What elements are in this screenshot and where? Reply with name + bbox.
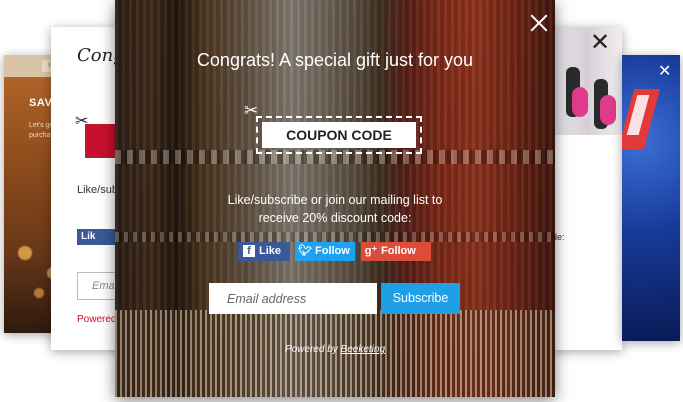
coupon-border: COUPON CODE — [256, 116, 422, 154]
subscribe-button[interactable]: Subscribe — [381, 283, 460, 314]
subscribe-instructions: Like/subscribe or join our mailing list … — [227, 193, 443, 225]
close-icon[interactable] — [528, 12, 550, 34]
facebook-like-label: Like — [259, 245, 282, 257]
coupon-code-button[interactable]: COUPON CODE — [262, 122, 416, 148]
powered-by: Powered by Beeketing — [115, 344, 555, 355]
google-plus-follow-label: Follow — [381, 245, 416, 257]
beeketing-link[interactable]: Beeketing — [341, 344, 385, 355]
background-popup-far-right: ✕ — [622, 55, 680, 341]
facebook-like-button[interactable]: f Like — [238, 242, 290, 261]
popup-headline: Congrats! A special gift just for you — [196, 50, 474, 70]
textile-pattern — [115, 232, 555, 242]
twitter-icon: 🐦︎ — [298, 245, 312, 257]
twitter-follow-button[interactable]: 🐦︎ Follow — [295, 242, 355, 261]
powered-by-prefix: Powered by — [284, 344, 341, 355]
twitter-follow-label: Follow — [315, 245, 350, 257]
facebook-icon: f — [243, 245, 255, 257]
google-plus-follow-button[interactable]: g⁺ Follow — [361, 242, 431, 261]
product-image — [552, 27, 622, 135]
close-icon: ✕ — [590, 29, 611, 56]
email-input[interactable] — [209, 283, 377, 314]
background-popup-right: ✕ de: — [552, 27, 622, 350]
google-plus-icon: g⁺ — [364, 245, 378, 257]
newsletter-popup: Congrats! A special gift just for you ✂ … — [115, 0, 555, 397]
close-icon: ✕ — [658, 63, 672, 80]
powered-text: Powered — [77, 314, 117, 325]
